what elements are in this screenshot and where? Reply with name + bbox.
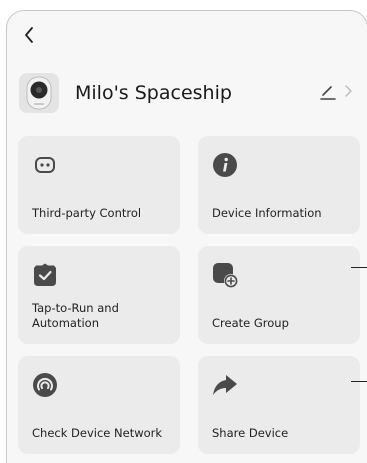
chevron-right-icon xyxy=(345,85,352,97)
edit-name-button[interactable] xyxy=(319,83,337,101)
pencil-icon xyxy=(320,86,336,100)
device-avatar xyxy=(19,73,59,113)
share-arrow-icon xyxy=(213,375,237,395)
tap-to-run-automation-card[interactable]: Tap-to-Run and Automation xyxy=(18,246,180,344)
share-device-card[interactable]: Share Device xyxy=(198,356,360,454)
add-group-icon xyxy=(213,263,238,288)
card-label: Share Device xyxy=(212,426,289,440)
device-information-card[interactable]: Device Information xyxy=(198,136,360,234)
card-label: Create Group xyxy=(212,316,289,330)
card-label: Third-party Control xyxy=(32,206,142,220)
device-header[interactable]: Milo's Spaceship xyxy=(19,71,359,115)
create-group-card[interactable]: Create Group xyxy=(198,246,360,344)
third-party-control-card[interactable]: Third-party Control xyxy=(18,136,180,234)
chevron-left-icon xyxy=(25,27,33,43)
card-label: Tap-to-Run and Automation xyxy=(32,301,119,330)
callout-line xyxy=(351,267,367,268)
device-name: Milo's Spaceship xyxy=(75,82,232,104)
callout-line xyxy=(351,381,367,382)
device-settings-screen: Milo's Spaceship Third-party Control Dev… xyxy=(6,10,367,463)
card-label: Device Information xyxy=(212,206,322,220)
back-button[interactable] xyxy=(19,25,39,45)
camera-device-icon xyxy=(26,76,52,110)
info-icon xyxy=(213,153,237,177)
controller-icon xyxy=(35,157,55,173)
check-device-network-card[interactable]: Check Device Network xyxy=(18,356,180,454)
card-label: Check Device Network xyxy=(32,426,163,440)
network-signal-icon xyxy=(33,373,57,397)
shield-check-icon xyxy=(34,263,56,286)
open-device-details-button[interactable] xyxy=(343,83,357,101)
